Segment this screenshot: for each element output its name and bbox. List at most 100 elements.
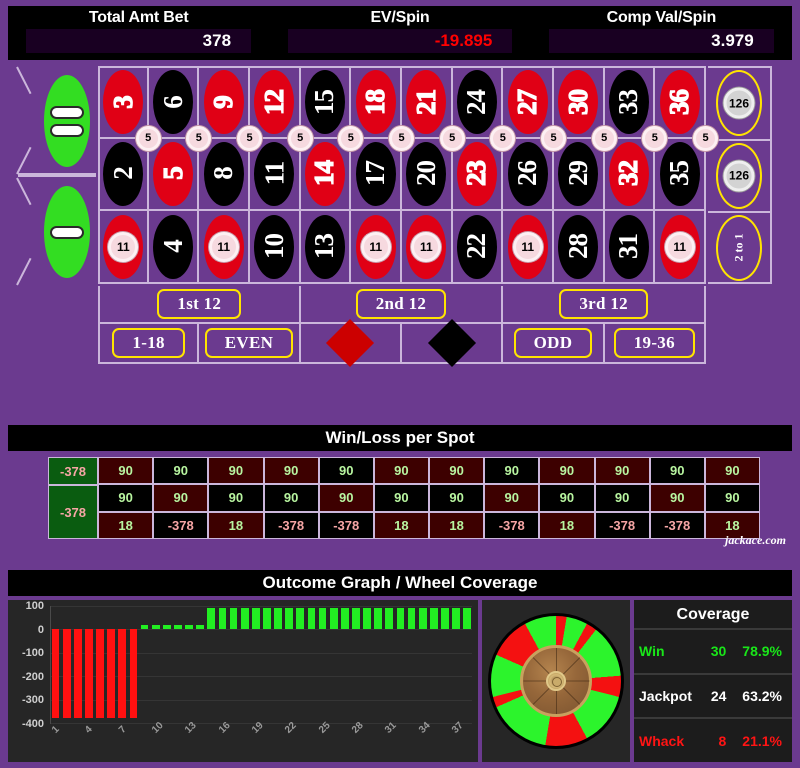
winloss-column: 90 90 18 xyxy=(429,457,485,539)
chart-bar-slot xyxy=(385,606,394,723)
bet-spot-16[interactable]: 1611 xyxy=(351,211,402,284)
chip-126[interactable]: 126 xyxy=(723,87,755,119)
chip-5[interactable]: 5 xyxy=(439,125,465,151)
bet-spot-29[interactable]: 29 xyxy=(554,138,605,212)
y-tick-label: 100 xyxy=(25,600,44,612)
bet-spot-single-zero[interactable] xyxy=(18,175,96,284)
bet-spot-1[interactable]: 111 xyxy=(98,211,149,284)
y-tick-label: -300 xyxy=(21,694,44,707)
bet-spot-double-zero[interactable] xyxy=(18,66,96,175)
chip-11[interactable]: 11 xyxy=(411,231,442,262)
bet-spot-12[interactable]: 12 5 xyxy=(250,66,313,151)
bet-spot-10[interactable]: 10 xyxy=(250,211,301,284)
chip-5[interactable]: 5 xyxy=(338,125,364,151)
winloss-cell: 90 xyxy=(539,457,595,485)
number-oval: 5 xyxy=(152,141,193,206)
bet-spot-dozen-1[interactable]: 1st 12 xyxy=(98,286,301,324)
coverage-panel: Coverage Win 30 78.9% Jackpot 24 63.2% W… xyxy=(634,600,792,762)
bet-spot-36[interactable]: 36 5 xyxy=(655,66,718,151)
chart-bar xyxy=(174,625,182,630)
bet-spot-column-1[interactable]: 2 to 1126 xyxy=(708,66,772,139)
bet-spot-20[interactable]: 20 xyxy=(402,138,453,212)
winloss-cell: 90 xyxy=(594,484,650,512)
bet-spot-21[interactable]: 21 5 xyxy=(402,66,465,151)
bet-spot-column-3[interactable]: 2 to 1 xyxy=(708,211,772,284)
x-tick-label: 4 xyxy=(83,724,96,736)
bet-spot-34[interactable]: 3411 xyxy=(655,211,706,284)
bet-spot-26[interactable]: 26 xyxy=(503,138,554,212)
bet-spot-7[interactable]: 711 xyxy=(199,211,250,284)
bet-spot-black[interactable] xyxy=(402,318,504,368)
chart-y-axis: 100 0 -100 -200 -300 -400 xyxy=(8,600,48,730)
bet-spot-1-18[interactable]: 1-18 xyxy=(98,324,200,364)
number-label: 24 xyxy=(461,89,492,115)
bet-spot-9[interactable]: 95 xyxy=(199,66,262,151)
bet-spot-17[interactable]: 17 xyxy=(351,138,402,212)
chip-11[interactable]: 11 xyxy=(664,231,695,262)
bet-spot-19[interactable]: 1911 xyxy=(402,211,453,284)
chip-5[interactable]: 5 xyxy=(389,125,414,151)
bet-spot-11[interactable]: 11 xyxy=(250,138,301,212)
chip-126[interactable]: 126 xyxy=(723,160,755,192)
chip-5[interactable]: 5 xyxy=(541,125,566,151)
bet-spot-30[interactable]: 30 5 xyxy=(554,66,617,151)
x-tick-slot: 10 xyxy=(150,720,166,760)
chart-bar xyxy=(329,608,338,630)
bet-spot-4[interactable]: 4 xyxy=(148,211,200,284)
chart-bar-slot xyxy=(351,606,360,723)
bet-spot-dozen-2[interactable]: 2nd 12 xyxy=(300,286,504,324)
bet-spot-even[interactable]: EVEN xyxy=(199,324,301,364)
number-label: 36 xyxy=(664,89,695,115)
bet-spot-odd[interactable]: ODD xyxy=(503,324,605,364)
bet-spot-8[interactable]: 8 xyxy=(199,138,250,212)
bet-spot-25[interactable]: 2511 xyxy=(503,211,554,284)
bet-spot-18[interactable]: 18 5 xyxy=(351,66,414,151)
bet-spot-28[interactable]: 28 xyxy=(554,211,605,284)
chip-11[interactable]: 11 xyxy=(108,231,139,262)
winloss-column: 90 90 18 xyxy=(373,457,429,539)
chip-11[interactable]: 11 xyxy=(208,231,239,262)
winloss-column: 90 90 -378 xyxy=(318,457,374,539)
dozen-label: 1st 12 xyxy=(157,289,242,319)
chip-11[interactable]: 11 xyxy=(360,231,391,262)
chip-5[interactable]: 5 xyxy=(490,125,516,151)
bet-spot-13[interactable]: 13 xyxy=(300,211,352,284)
number-label: 10 xyxy=(258,234,289,260)
chart-bar-slot xyxy=(240,606,249,723)
x-tick-label: 1 xyxy=(50,724,62,736)
chip-5[interactable]: 5 xyxy=(287,125,313,151)
winloss-column: 90 90 -378 xyxy=(594,457,650,539)
chart-bar xyxy=(240,608,249,630)
bet-spot-31[interactable]: 31 xyxy=(604,211,656,284)
x-tick-slot: 13 xyxy=(183,720,199,760)
column-bet-oval: 2 to 1126 xyxy=(716,70,762,137)
chip-11[interactable]: 11 xyxy=(512,231,543,262)
chip-5[interactable]: 5 xyxy=(186,125,212,151)
chip-5[interactable]: 5 xyxy=(642,125,668,151)
chip-5[interactable]: 5 xyxy=(591,125,617,151)
bet-spot-column-2[interactable]: 2 to 1126 xyxy=(708,138,772,212)
chart-bar-slot xyxy=(262,606,271,723)
chart-bar-slot xyxy=(162,606,171,723)
chip-5[interactable]: 5 xyxy=(693,125,718,151)
chart-bar-slot xyxy=(118,606,127,723)
bet-spot-dozen-3[interactable]: 3rd 12 xyxy=(503,286,706,324)
chart-bar-slot xyxy=(285,606,294,723)
chart-bar-slot xyxy=(452,606,461,723)
dozen-label: 3rd 12 xyxy=(559,289,648,319)
bet-spot-19-36[interactable]: 19-36 xyxy=(604,324,706,364)
bet-spot-35[interactable]: 35 xyxy=(655,138,706,212)
bet-spot-red[interactable] xyxy=(300,318,402,368)
chip-5[interactable]: 5 xyxy=(135,125,161,151)
winloss-cell: 90 xyxy=(263,457,319,485)
chart-bar xyxy=(107,629,115,718)
bet-spot-2[interactable]: 2 xyxy=(98,138,149,212)
number-label: 20 xyxy=(410,161,441,187)
zero-pockets-zone xyxy=(18,66,96,284)
bet-spot-22[interactable]: 22 xyxy=(452,211,504,284)
chip-5[interactable]: 5 xyxy=(237,125,262,151)
bet-spot-27[interactable]: 27 5 xyxy=(503,66,566,151)
chart-bar xyxy=(363,608,371,630)
bet-spot-3[interactable]: 35 xyxy=(98,66,161,151)
outcome-section: Outcome Graph / Wheel Coverage 100 0 -100 -… xyxy=(8,570,792,762)
